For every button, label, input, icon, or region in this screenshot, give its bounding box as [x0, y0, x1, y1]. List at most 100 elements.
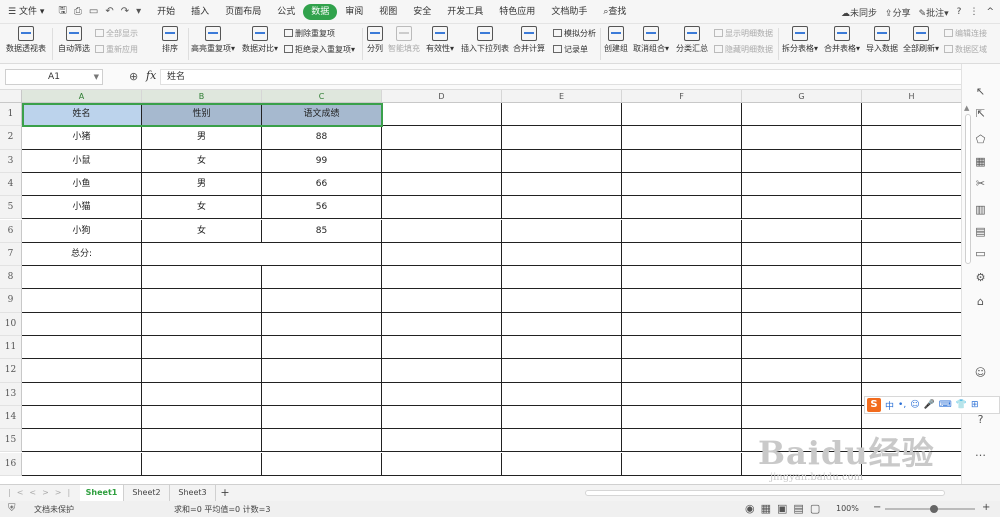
- cell-c12[interactable]: [262, 359, 382, 383]
- pivot-table-button[interactable]: 数据透视表: [6, 26, 46, 54]
- cell-b2[interactable]: 男: [142, 126, 262, 150]
- sheet-nav-icons[interactable]: |<<>>|: [8, 488, 76, 497]
- remove-duplicates-button[interactable]: 删除重复项: [284, 28, 335, 39]
- cell-c11[interactable]: [262, 336, 382, 360]
- page-break-icon[interactable]: ▤: [793, 502, 803, 515]
- cell-c5[interactable]: 56: [262, 196, 382, 220]
- cell-b16[interactable]: [142, 452, 262, 476]
- cell-h10[interactable]: [862, 312, 962, 336]
- cell-a13[interactable]: [22, 382, 142, 406]
- column-header-g[interactable]: G: [742, 90, 862, 103]
- cell-a16[interactable]: [22, 452, 142, 476]
- cell-f4[interactable]: [622, 172, 742, 197]
- tab-view[interactable]: 视图: [371, 0, 405, 24]
- row-header-16[interactable]: 16: [0, 452, 22, 476]
- cell-d6[interactable]: [382, 219, 502, 243]
- save-icon[interactable]: 🖫: [58, 3, 67, 20]
- row-header-7[interactable]: 7: [0, 242, 22, 267]
- column-header-c[interactable]: C: [262, 90, 382, 103]
- cell-f10[interactable]: [622, 312, 742, 336]
- import-data-button[interactable]: 导入数据: [866, 26, 898, 54]
- cell-a8[interactable]: [22, 266, 142, 290]
- tab-formula[interactable]: 公式: [269, 0, 303, 24]
- smart-fill-button[interactable]: 智能填充: [388, 26, 420, 54]
- cell-g4[interactable]: [742, 172, 862, 197]
- column-header-e[interactable]: E: [502, 90, 622, 103]
- eye-icon[interactable]: ◉: [745, 502, 755, 515]
- row-header-3[interactable]: 3: [0, 149, 22, 173]
- cell-a1[interactable]: 姓名: [22, 103, 142, 127]
- cell-a10[interactable]: [22, 312, 142, 336]
- cell-a5[interactable]: 小猫: [22, 196, 142, 220]
- cell-g10[interactable]: [742, 312, 862, 336]
- cell-h6[interactable]: [862, 219, 962, 243]
- cell-a12[interactable]: [22, 359, 142, 383]
- cell-g5[interactable]: [742, 196, 862, 220]
- preview-icon[interactable]: ▭: [89, 6, 98, 17]
- cell-c10[interactable]: [262, 312, 382, 336]
- cell-h12[interactable]: [862, 359, 962, 383]
- cell-c16[interactable]: [262, 452, 382, 476]
- subtotal-button[interactable]: 分类汇总: [676, 26, 708, 54]
- sheet-tab-sheet2[interactable]: Sheet2: [124, 485, 170, 501]
- cell-h1[interactable]: [862, 103, 962, 127]
- shape-icon[interactable]: ⬠: [974, 134, 987, 146]
- cell-d11[interactable]: [382, 336, 502, 360]
- column-header-f[interactable]: F: [622, 90, 742, 103]
- cell-e8[interactable]: [502, 266, 622, 290]
- cell-h5[interactable]: [862, 196, 962, 220]
- tab-page-layout[interactable]: 页面布局: [217, 0, 269, 24]
- tab-features[interactable]: 特色应用: [491, 0, 543, 24]
- refresh-all-button[interactable]: 全部刷新▾: [903, 26, 939, 54]
- cell-a15[interactable]: [22, 429, 142, 453]
- cell-a2[interactable]: 小猪: [22, 126, 142, 150]
- cell-e11[interactable]: [502, 336, 622, 360]
- cell-e7[interactable]: [502, 242, 622, 267]
- cell-g1[interactable]: [742, 103, 862, 127]
- ungroup-button[interactable]: 取消组合▾: [633, 26, 669, 54]
- cell-c8[interactable]: [262, 266, 382, 290]
- row-header-13[interactable]: 13: [0, 382, 22, 406]
- zoom-in-icon[interactable]: +: [982, 502, 990, 513]
- cell-f16[interactable]: [622, 452, 742, 476]
- tab-review[interactable]: 审阅: [337, 0, 371, 24]
- cell-g9[interactable]: [742, 289, 862, 313]
- cell-c2[interactable]: 88: [262, 126, 382, 150]
- cell-g8[interactable]: [742, 266, 862, 290]
- add-sheet-button[interactable]: +: [216, 485, 234, 501]
- cell-c13[interactable]: [262, 382, 382, 406]
- row-header-2[interactable]: 2: [0, 126, 22, 150]
- emoji-icon[interactable]: ☺: [910, 400, 919, 410]
- create-group-button[interactable]: 创建组: [604, 26, 628, 54]
- row-header-15[interactable]: 15: [0, 429, 22, 453]
- cell-h9[interactable]: [862, 289, 962, 313]
- cell-f12[interactable]: [622, 359, 742, 383]
- tab-doc-assistant[interactable]: 文档助手: [543, 0, 595, 24]
- undo-icon[interactable]: ↶: [105, 6, 113, 17]
- page-view-icon[interactable]: ▣: [777, 502, 787, 515]
- cell-b6[interactable]: 女: [142, 219, 262, 243]
- cell-b9[interactable]: [142, 289, 262, 313]
- cell-h2[interactable]: [862, 126, 962, 150]
- cell-e15[interactable]: [502, 429, 622, 453]
- cell-b4[interactable]: 男: [142, 172, 262, 197]
- read-mode-icon[interactable]: ▢: [810, 502, 820, 515]
- cell-e3[interactable]: [502, 149, 622, 173]
- cell-d10[interactable]: [382, 312, 502, 336]
- cell-b14[interactable]: [142, 405, 262, 430]
- cell-d12[interactable]: [382, 359, 502, 383]
- split-column-button[interactable]: 分列: [367, 26, 383, 54]
- cell-d15[interactable]: [382, 429, 502, 453]
- show-detail-button[interactable]: 显示明细数据: [714, 28, 773, 39]
- normal-view-icon[interactable]: ▦: [761, 502, 771, 515]
- cell-d16[interactable]: [382, 452, 502, 476]
- row-header-11[interactable]: 11: [0, 336, 22, 360]
- file-menu[interactable]: ☰ 文件 ▾: [0, 0, 52, 24]
- collapse-icon[interactable]: ^: [986, 7, 994, 17]
- cell-e9[interactable]: [502, 289, 622, 313]
- cell-g3[interactable]: [742, 149, 862, 173]
- cell-h7[interactable]: [862, 242, 962, 267]
- cell-a9[interactable]: [22, 289, 142, 313]
- zoom-slider-knob[interactable]: [930, 505, 938, 513]
- cell-c14[interactable]: [262, 405, 382, 430]
